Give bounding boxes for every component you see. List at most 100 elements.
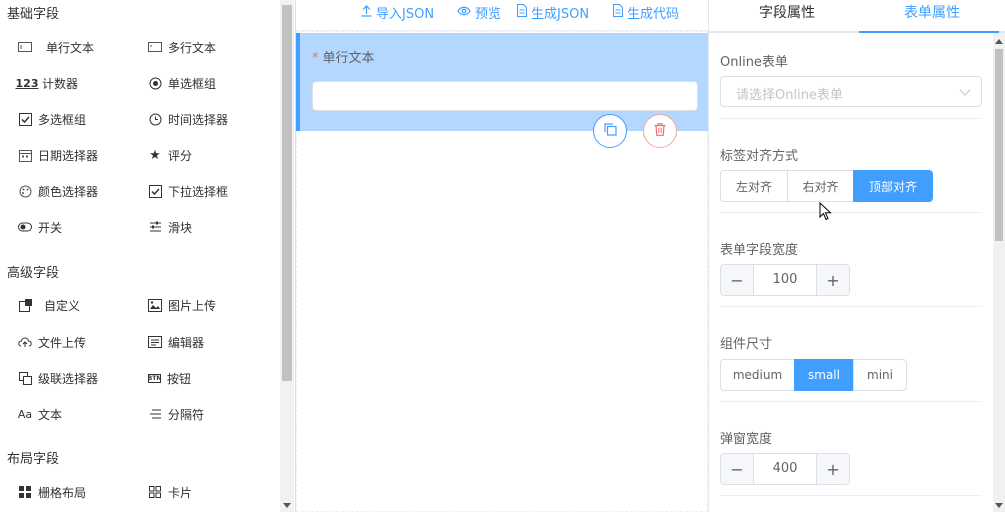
comp-slider[interactable]: 滑块 — [148, 217, 192, 237]
right-scrollbar-thumb[interactable] — [995, 49, 1003, 241]
chevron-down-icon — [959, 84, 971, 96]
selected-form-field[interactable]: * 单行文本 — [296, 33, 708, 131]
comp-grid[interactable]: 栅格布局 — [18, 482, 86, 502]
dialog-width-increase-button[interactable]: + — [816, 454, 849, 484]
scroll-down-icon[interactable] — [283, 503, 291, 508]
label-align-label: 标签对齐方式 — [720, 149, 799, 164]
dialog-width-label: 弹窗宽度 — [720, 432, 773, 447]
comp-cascader[interactable]: 级联选择器 — [18, 368, 98, 388]
comp-card[interactable]: 卡片 — [148, 482, 192, 502]
divider — [720, 118, 982, 119]
cloud-upload-icon — [18, 335, 32, 349]
document-icon — [612, 3, 624, 20]
divider — [720, 212, 982, 213]
group-title-advanced: 高级字段 — [7, 266, 60, 281]
comp-checkbox-group[interactable]: 多选框组 — [18, 109, 86, 129]
size-label: 组件尺寸 — [720, 337, 773, 352]
text-icon: Aa — [17, 407, 33, 421]
properties-panel: 字段属性 表单属性 Online表单 请选择Online表单 标签对齐方式 左对… — [708, 0, 1005, 512]
button-icon: BTN — [147, 373, 162, 383]
generate-code-button[interactable]: 生成代码 — [612, 2, 679, 22]
card-icon — [148, 485, 162, 499]
size-radio-group: medium small mini — [720, 359, 907, 391]
comp-switch[interactable]: 开关 — [18, 217, 62, 237]
field-width-increase-button[interactable]: + — [816, 265, 849, 295]
size-medium[interactable]: medium — [720, 359, 795, 391]
upload-icon — [361, 4, 372, 20]
comp-select[interactable]: 下拉选择框 — [148, 181, 228, 201]
preview-button[interactable]: 预览 — [457, 2, 501, 22]
comp-radio-group[interactable]: 单选框组 — [148, 73, 216, 93]
field-width-decrease-button[interactable]: − — [721, 265, 754, 295]
comp-image-upload[interactable]: 图片上传 — [148, 295, 216, 315]
eye-icon — [457, 5, 471, 19]
scroll-up-icon[interactable] — [995, 39, 1003, 44]
comp-custom[interactable]: 自定义 — [18, 295, 80, 315]
tab-field-properties[interactable]: 字段属性 — [717, 2, 857, 22]
online-form-label: Online表单 — [720, 55, 788, 70]
divider-icon — [148, 407, 162, 421]
size-mini[interactable]: mini — [853, 359, 907, 391]
custom-icon — [18, 298, 32, 312]
field-input-preview[interactable] — [312, 81, 698, 111]
grid-icon — [18, 485, 32, 499]
comp-time-picker[interactable]: 时间选择器 — [148, 109, 228, 129]
field-width-stepper[interactable]: − 100 + — [720, 264, 850, 296]
right-scrollbar[interactable] — [993, 33, 1005, 512]
document-icon — [516, 3, 528, 20]
form-designer-center: 导入JSON 预览 生成JSON 生成代码 * 单行文本 — [296, 0, 708, 512]
field-width-value[interactable]: 100 — [753, 272, 817, 287]
switch-icon — [18, 220, 32, 234]
comp-rate[interactable]: ★ 评分 — [148, 145, 192, 165]
comp-divider[interactable]: 分隔符 — [148, 404, 204, 424]
scroll-down-icon[interactable] — [995, 503, 1003, 508]
clock-icon — [148, 112, 162, 126]
editor-icon — [148, 335, 162, 349]
delete-field-button[interactable] — [643, 114, 677, 148]
field-label: * 单行文本 — [312, 51, 375, 66]
generate-json-button[interactable]: 生成JSON — [516, 2, 589, 22]
number-icon: 123 — [15, 76, 39, 90]
input-icon — [18, 40, 32, 54]
divider — [720, 401, 982, 402]
comp-text[interactable]: Aa 文本 — [18, 404, 62, 424]
star-icon: ★ — [149, 147, 161, 163]
properties-tabs: 字段属性 表单属性 — [709, 0, 1005, 33]
mouse-cursor-icon — [819, 201, 833, 225]
dialog-width-decrease-button[interactable]: − — [721, 454, 754, 484]
cascader-icon — [18, 371, 32, 385]
comp-file-upload[interactable]: 文件上传 — [18, 332, 86, 352]
comp-color-picker[interactable]: 颜色选择器 — [18, 181, 98, 201]
comp-editor[interactable]: 编辑器 — [148, 332, 204, 352]
label-align-top[interactable]: 顶部对齐 — [853, 170, 933, 202]
online-form-placeholder: 请选择Online表单 — [736, 88, 843, 103]
toolbar: 导入JSON 预览 生成JSON 生成代码 — [296, 0, 708, 31]
field-width-label: 表单字段宽度 — [720, 243, 799, 258]
import-json-button[interactable]: 导入JSON — [361, 2, 434, 22]
palette-icon — [18, 184, 32, 198]
required-mark: * — [312, 51, 319, 66]
comp-multi-line-text[interactable]: 多行文本 — [148, 37, 216, 57]
checkbox-icon — [18, 112, 32, 126]
comp-date-picker[interactable]: 日期选择器 — [18, 145, 98, 165]
comp-single-line-text[interactable]: 单行文本 — [18, 37, 94, 57]
label-align-radio-group: 左对齐 右对齐 顶部对齐 — [720, 170, 933, 202]
online-form-select[interactable]: 请选择Online表单 — [720, 76, 982, 107]
left-scrollbar-thumb[interactable] — [282, 5, 292, 381]
label-align-left[interactable]: 左对齐 — [720, 170, 788, 202]
trash-icon — [654, 123, 666, 139]
dialog-width-value[interactable]: 400 — [753, 461, 817, 476]
tab-form-properties[interactable]: 表单属性 — [862, 2, 1002, 22]
left-scrollbar[interactable] — [280, 0, 294, 512]
select-icon — [148, 184, 162, 198]
size-small[interactable]: small — [794, 359, 854, 391]
textarea-icon — [148, 40, 162, 54]
calendar-icon — [18, 148, 32, 162]
comp-button[interactable]: BTN 按钮 — [148, 368, 191, 388]
comp-counter[interactable]: 123 计数器 — [15, 73, 79, 93]
dialog-width-stepper[interactable]: − 400 + — [720, 453, 850, 485]
copy-icon — [603, 123, 617, 139]
label-align-right[interactable]: 右对齐 — [787, 170, 854, 202]
radio-icon — [148, 76, 162, 90]
copy-field-button[interactable] — [593, 114, 627, 148]
